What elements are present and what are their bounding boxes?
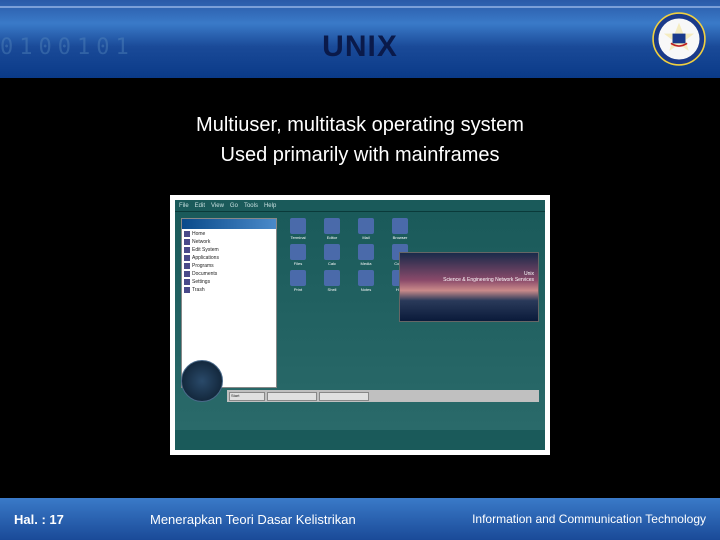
logo-emblem bbox=[652, 12, 706, 66]
wallpaper-subtitle: Science & Engineering Network Services bbox=[404, 277, 534, 283]
desktop-icon: Editor bbox=[317, 218, 347, 240]
body-line-2: Used primarily with mainframes bbox=[0, 140, 720, 170]
menu-item: Tools bbox=[244, 203, 258, 209]
fm-titlebar bbox=[182, 219, 276, 229]
taskbar-item bbox=[267, 392, 317, 401]
fm-item: Applications bbox=[184, 255, 274, 261]
embedded-screenshot: File Edit View Go Tools Help Home Networ… bbox=[170, 195, 550, 455]
slide-header: 0100101 UNIX bbox=[0, 0, 720, 78]
screenshot-dock-dial bbox=[181, 360, 223, 402]
fm-item: Network bbox=[184, 239, 274, 245]
menu-item: Help bbox=[264, 203, 276, 209]
menu-item: File bbox=[179, 203, 189, 209]
fm-item: Settings bbox=[184, 279, 274, 285]
fm-item: Home bbox=[184, 231, 274, 237]
desktop-icon: Notes bbox=[351, 270, 381, 292]
header-accent-line bbox=[0, 6, 720, 8]
desktop-icon: Calc bbox=[317, 244, 347, 266]
slide-body-text: Multiuser, multitask operating system Us… bbox=[0, 110, 720, 170]
screenshot-taskbar: Start bbox=[227, 390, 539, 402]
fm-item: Programs bbox=[184, 263, 274, 269]
screenshot-desktop: Home Network Edit System Applications Pr… bbox=[175, 212, 545, 430]
body-line-1: Multiuser, multitask operating system bbox=[0, 110, 720, 140]
screenshot-menubar: File Edit View Go Tools Help bbox=[175, 200, 545, 212]
footer-topic: Information and Communication Technology bbox=[472, 512, 706, 526]
taskbar-item bbox=[319, 392, 369, 401]
desktop-icon: Browser bbox=[385, 218, 415, 240]
footer-subtitle: Menerapkan Teori Dasar Kelistrikan bbox=[150, 512, 356, 527]
menu-item: View bbox=[211, 203, 224, 209]
desktop-icon: Files bbox=[283, 244, 313, 266]
slide-title: UNIX bbox=[0, 30, 720, 64]
slide-footer: Hal. : 17 Menerapkan Teori Dasar Kelistr… bbox=[0, 498, 720, 540]
fm-item: Edit System bbox=[184, 247, 274, 253]
desktop-icon: Print bbox=[283, 270, 313, 292]
desktop-icon: Shell bbox=[317, 270, 347, 292]
menu-item: Edit bbox=[195, 203, 205, 209]
desktop-icon: Media bbox=[351, 244, 381, 266]
fm-item: Trash bbox=[184, 287, 274, 293]
screenshot-wallpaper-panel: Unix Science & Engineering Network Servi… bbox=[399, 252, 539, 322]
start-button: Start bbox=[229, 392, 265, 401]
desktop-icon: Mail bbox=[351, 218, 381, 240]
fm-item: Documents bbox=[184, 271, 274, 277]
menu-item: Go bbox=[230, 203, 238, 209]
desktop-icon: Terminal bbox=[283, 218, 313, 240]
page-number: Hal. : 17 bbox=[14, 512, 64, 527]
